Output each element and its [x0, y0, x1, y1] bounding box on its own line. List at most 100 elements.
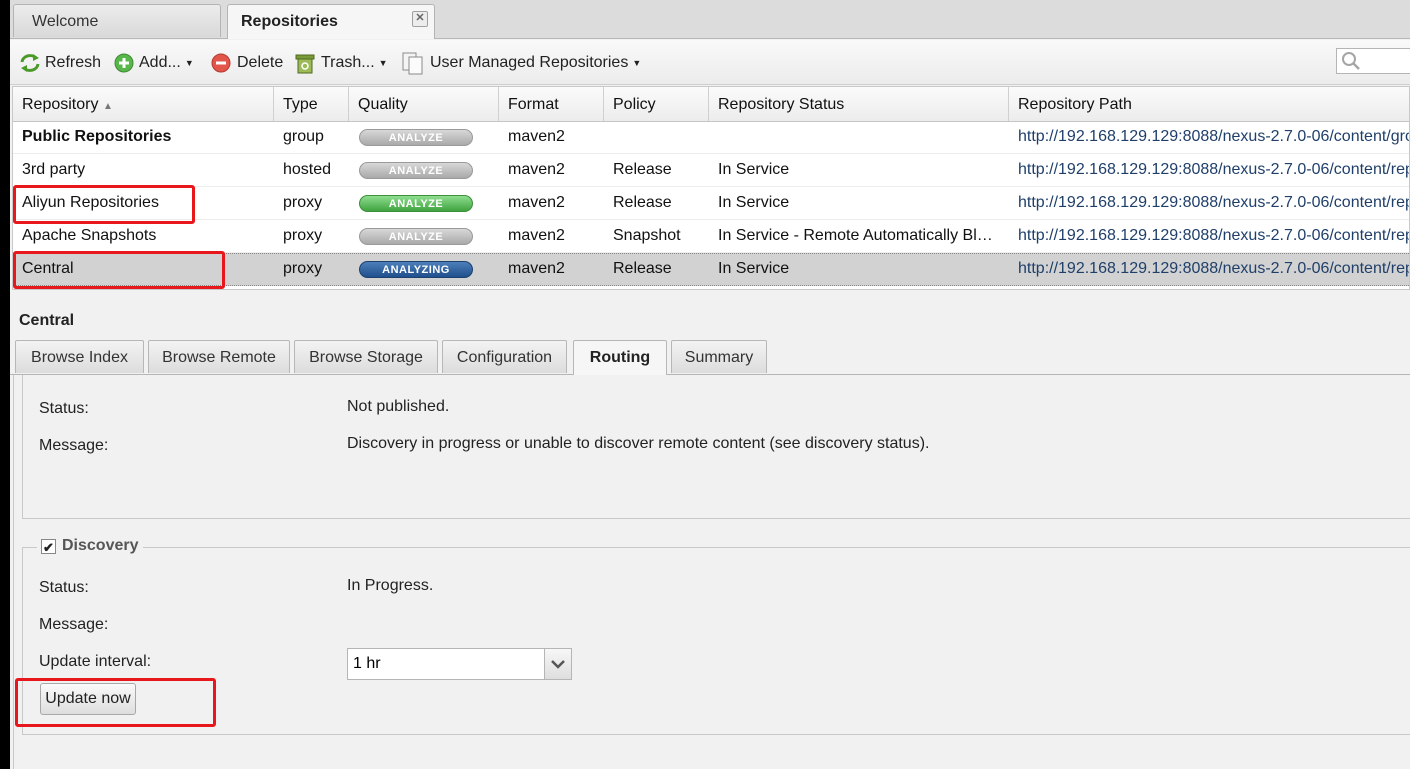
close-icon[interactable]: ✕: [412, 11, 428, 27]
tab-browse-remote[interactable]: Browse Remote: [148, 340, 290, 373]
repository-policy: Snapshot: [613, 227, 681, 244]
tab-welcome-label: Welcome: [32, 13, 99, 30]
update-interval-label: Update interval:: [39, 653, 152, 670]
grid-header: Repository ▲ Type Quality Format Policy …: [13, 87, 1409, 122]
discovery-checkbox[interactable]: ✔: [41, 538, 56, 555]
update-interval-select[interactable]: 1 hr: [347, 648, 572, 680]
repository-policy: [604, 121, 709, 153]
delete-label: Delete: [237, 54, 284, 71]
routing-panel: Status: Not published. Message: Discover…: [13, 375, 1410, 769]
nexus-app: Welcome Repositories ✕ Refresh Add...▼: [10, 0, 1410, 769]
tab-repositories-label: Repositories: [241, 13, 338, 30]
dropdown-arrow-icon: ▼: [632, 58, 642, 68]
detail-panel-title: Central: [19, 312, 75, 329]
repository-type: proxy: [283, 227, 323, 244]
search-input[interactable]: [1336, 48, 1410, 74]
discovery-status-value: In Progress.: [347, 577, 434, 594]
discovery-message-label: Message:: [39, 616, 109, 633]
discovery-legend-label: Discovery: [62, 537, 139, 554]
search-icon: [1342, 52, 1360, 70]
repository-status: In Service: [718, 161, 790, 178]
discovery-status-label: Status:: [39, 579, 89, 596]
column-header-repository-status[interactable]: Repository Status: [709, 87, 1009, 121]
repository-policy: Release: [613, 260, 672, 277]
column-header-type[interactable]: Type: [274, 87, 349, 121]
tab-browse-storage[interactable]: Browse Storage: [294, 340, 438, 373]
delete-icon: [211, 53, 231, 73]
trash-icon: [295, 54, 315, 74]
tab-browse-index[interactable]: Browse Index: [15, 340, 144, 373]
column-header-repository-path[interactable]: Repository Path: [1009, 87, 1409, 121]
sort-ascending-icon: ▲: [102, 101, 113, 112]
delete-button[interactable]: Delete: [210, 52, 283, 74]
table-row[interactable]: Aliyun Repositories proxy ANALYZE maven2…: [13, 187, 1409, 220]
publishing-message-value: Discovery in progress or unable to disco…: [347, 435, 930, 452]
column-header-policy[interactable]: Policy: [604, 87, 709, 121]
publishing-status-label: Status:: [39, 400, 89, 417]
detail-tab-bar: Browse Index Browse Remote Browse Storag…: [10, 338, 1410, 375]
repository-format: maven2: [508, 260, 565, 277]
top-tab-bar: Welcome Repositories ✕: [10, 0, 1410, 39]
column-header-repository[interactable]: Repository ▲: [13, 87, 274, 121]
quality-analyze-button[interactable]: ANALYZE: [359, 162, 473, 179]
publishing-message-label: Message:: [39, 437, 109, 454]
user-managed-repositories-button[interactable]: User Managed Repositories ▼: [401, 52, 642, 75]
chevron-down-icon-glyph: [551, 660, 565, 669]
column-header-label: Type: [283, 96, 318, 113]
highlight-box-central: [13, 251, 225, 289]
tab-summary[interactable]: Summary: [671, 340, 767, 373]
highlight-box-aliyun: [13, 185, 195, 224]
discovery-section: ✔ Discovery Status: In Progress. Message…: [22, 537, 1410, 735]
add-label: Add...: [139, 54, 181, 71]
refresh-button[interactable]: Refresh: [18, 52, 101, 74]
repository-type: proxy: [283, 260, 323, 277]
repository-format: maven2: [508, 128, 565, 145]
add-button[interactable]: Add... ▼: [114, 52, 194, 74]
quality-analyze-button[interactable]: ANALYZE: [359, 195, 473, 212]
column-header-label: Repository: [22, 96, 99, 113]
add-icon: [114, 53, 134, 73]
tab-configuration[interactable]: Configuration: [442, 340, 567, 373]
tab-welcome[interactable]: Welcome: [13, 4, 221, 37]
column-header-label: Repository Path: [1018, 96, 1132, 113]
table-row[interactable]: Public Repositories group ANALYZE maven2…: [13, 121, 1409, 154]
repository-path-link[interactable]: http://192.168.129.129:8088/nexus-2.7.0-…: [1009, 253, 1409, 285]
repository-policy: Release: [613, 194, 672, 211]
repository-path-link[interactable]: http://192.168.129.129:8088/nexus-2.7.0-…: [1009, 187, 1409, 219]
refresh-label: Refresh: [45, 54, 102, 71]
repository-path-link[interactable]: http://192.168.129.129:8088/nexus-2.7.0-…: [1009, 154, 1409, 186]
chevron-down-icon[interactable]: [544, 649, 571, 679]
repository-type: proxy: [283, 194, 323, 211]
trash-button[interactable]: Trash... ▼: [294, 52, 388, 74]
repository-type: hosted: [283, 161, 332, 178]
repository-path-link[interactable]: http://192.168.129.129:8088/nexus-2.7.0-…: [1009, 121, 1409, 153]
column-header-label: Quality: [358, 96, 408, 113]
repository-name: Apache Snapshots: [22, 227, 157, 244]
user-managed-label: User Managed Repositories: [430, 54, 629, 71]
highlight-box-update-now: [15, 678, 216, 727]
quality-analyze-button[interactable]: ANALYZE: [359, 129, 473, 146]
trash-label: Trash...: [321, 54, 375, 71]
column-header-format[interactable]: Format: [499, 87, 604, 121]
tab-routing[interactable]: Routing: [573, 340, 667, 375]
publishing-section: Status: Not published. Message: Discover…: [22, 375, 1410, 519]
repository-path-link[interactable]: http://192.168.129.129:8088/nexus-2.7.0-…: [1009, 220, 1409, 252]
tab-repositories[interactable]: Repositories ✕: [227, 4, 435, 39]
repository-format: maven2: [508, 227, 565, 244]
repository-format: maven2: [508, 161, 565, 178]
discovery-legend: ✔ Discovery: [37, 537, 143, 555]
dropdown-arrow-icon: ▼: [184, 58, 194, 68]
refresh-icon: [20, 54, 40, 72]
column-header-label: Policy: [613, 96, 656, 113]
quality-analyze-button[interactable]: ANALYZE: [359, 228, 473, 245]
table-row[interactable]: 3rd party hosted ANALYZE maven2 Release …: [13, 154, 1409, 187]
repositories-toolbar: Refresh Add... ▼ Delete Trash... ▼ User …: [10, 40, 1410, 85]
table-row[interactable]: Apache Snapshots proxy ANALYZE maven2 Sn…: [13, 220, 1409, 253]
pages-icon: [402, 52, 423, 75]
repository-status: In Service - Remote Automatically Bl…: [718, 227, 993, 244]
quality-analyzing-badge[interactable]: ANALYZING: [359, 261, 473, 278]
publishing-status-value: Not published.: [347, 398, 450, 415]
repository-name: 3rd party: [22, 161, 86, 178]
column-header-quality[interactable]: Quality: [349, 87, 499, 121]
repository-policy: Release: [613, 161, 672, 178]
